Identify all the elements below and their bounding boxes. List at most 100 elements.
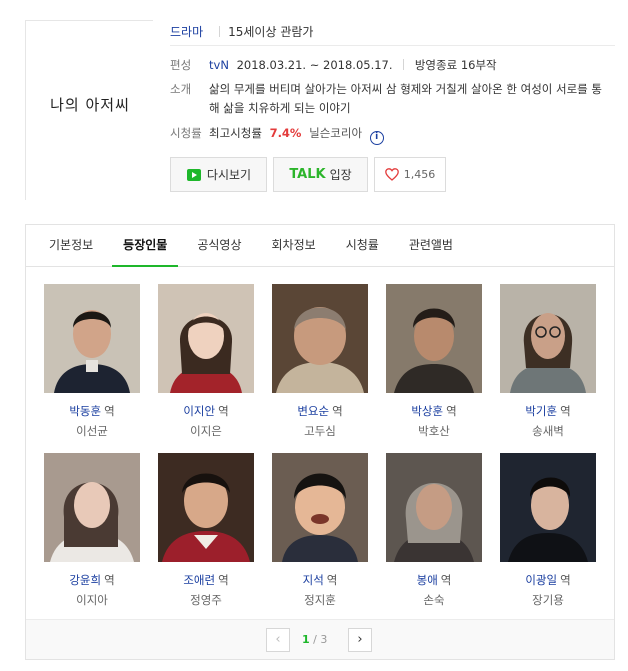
talk-button[interactable]: TALK 입장	[273, 157, 368, 192]
current-page: 1	[302, 633, 310, 646]
tab-official-videos[interactable]: 공식영상	[186, 225, 252, 266]
tab-characters[interactable]: 등장인물	[112, 225, 179, 267]
cast-photo[interactable]	[44, 284, 140, 393]
role-name[interactable]: 조애련	[183, 573, 215, 587]
tab-related-albums[interactable]: 관련앨범	[398, 225, 464, 266]
role-suffix: 역	[560, 573, 571, 587]
replay-label: 다시보기	[206, 168, 252, 182]
cast-photo[interactable]	[500, 284, 596, 393]
poster-title: 나의 아저씨	[50, 96, 130, 114]
role-suffix: 역	[218, 573, 229, 587]
play-icon	[186, 168, 201, 181]
cast-photo[interactable]	[44, 453, 140, 562]
genre-link[interactable]: 드라마	[170, 23, 203, 40]
cast-card[interactable]: 지석 역 정지훈	[272, 453, 368, 608]
role-suffix: 역	[332, 404, 343, 418]
cast-card[interactable]: 변요순 역 고두심	[272, 284, 368, 439]
actor-name[interactable]: 이선균	[44, 423, 140, 439]
talk-logo: TALK	[289, 167, 326, 182]
actor-name[interactable]: 이지은	[158, 423, 254, 439]
role-name[interactable]: 봉애	[417, 573, 438, 587]
cast-card[interactable]: 박기훈 역 송새벽	[500, 284, 596, 439]
talk-label: 입장	[329, 168, 352, 182]
tab-episodes[interactable]: 회차정보	[261, 225, 327, 266]
info-top-bar: 드라마 15세이상 관람가	[170, 18, 615, 46]
role-name[interactable]: 박상훈	[411, 404, 443, 418]
cast-card[interactable]: 이지안 역 이지은	[158, 284, 254, 439]
divider	[219, 26, 221, 37]
tab-bar: 기본정보 등장인물 공식영상 회차정보 시청률 관련앨범	[26, 225, 614, 267]
chevron-right-icon: ›	[357, 632, 363, 647]
role-name[interactable]: 박기훈	[525, 404, 557, 418]
page-separator: /	[313, 633, 317, 646]
chevron-left-icon: ‹	[275, 632, 281, 647]
age-rating: 15세이상 관람가	[228, 25, 314, 39]
tab-basic-info[interactable]: 기본정보	[38, 225, 104, 266]
heart-icon	[384, 168, 399, 181]
cast-card[interactable]: 이광일 역 장기용	[500, 453, 596, 608]
cast-photo[interactable]	[158, 453, 254, 562]
channel-link[interactable]: tvN	[209, 58, 229, 72]
cast-panel: 기본정보 등장인물 공식영상 회차정보 시청률 관련앨범 박동훈 역 이선균 이지…	[25, 224, 615, 660]
total-pages: 3	[320, 633, 328, 646]
tab-ratings[interactable]: 시청률	[335, 225, 390, 266]
role-suffix: 역	[446, 404, 457, 418]
actor-name[interactable]: 손숙	[386, 592, 482, 608]
prev-page-button[interactable]: ‹	[266, 628, 290, 652]
role-name[interactable]: 지석	[303, 573, 324, 587]
ratings-value: 7.4%	[269, 126, 302, 140]
broadcast-dates: 2018.03.21. ~ 2018.05.17.	[236, 58, 393, 72]
actor-name[interactable]: 송새벽	[500, 423, 596, 439]
role-suffix: 역	[326, 573, 338, 587]
pagination: ‹ 1 / 3 ›	[26, 619, 614, 659]
role-name[interactable]: 이지안	[183, 404, 215, 418]
ratings-label: 시청률	[170, 126, 202, 140]
cast-card[interactable]: 박상훈 역 박호산	[386, 284, 482, 439]
role-suffix: 역	[440, 573, 452, 587]
cast-card[interactable]: 조애련 역 정영주	[158, 453, 254, 608]
like-button[interactable]: 1,456	[374, 157, 446, 192]
intro-row: 소개 삶의 무게를 버티며 살아가는 아저씨 삼 형제와 거칠게 살아온 한 여…	[170, 80, 615, 118]
drama-info: 드라마 15세이상 관람가 편성 tvN 2018.03.21. ~ 2018.…	[170, 18, 615, 192]
poster-art: 나의 아저씨	[26, 21, 154, 201]
cast-photo[interactable]	[158, 284, 254, 393]
divider	[403, 59, 405, 70]
cast-photo[interactable]	[386, 453, 482, 562]
schedule-row: 편성 tvN 2018.03.21. ~ 2018.05.17. 방영종료 16…	[170, 56, 615, 74]
role-suffix: 역	[218, 404, 229, 418]
cast-card[interactable]: 봉애 역 손숙	[386, 453, 482, 608]
ratings-source: 닐슨코리아	[309, 126, 363, 140]
actor-name[interactable]: 고두심	[272, 423, 368, 439]
actor-name[interactable]: 정지훈	[272, 592, 368, 608]
role-name[interactable]: 이광일	[525, 573, 557, 587]
cast-card[interactable]: 박동훈 역 이선균	[44, 284, 140, 439]
action-buttons: 다시보기 TALK 입장 1,456	[170, 157, 615, 192]
cast-photo[interactable]	[500, 453, 596, 562]
info-icon[interactable]: i	[369, 131, 384, 145]
replay-button[interactable]: 다시보기	[170, 157, 267, 192]
intro-text: 삶의 무게를 버티며 살아가는 아저씨 삼 형제와 거칠게 살아온 한 여성이 …	[209, 82, 603, 115]
ratings-prefix: 최고시청률	[209, 126, 262, 140]
cast-photo[interactable]	[386, 284, 482, 393]
role-suffix: 역	[104, 573, 115, 587]
role-suffix: 역	[560, 404, 571, 418]
role-suffix: 역	[104, 404, 115, 418]
actor-name[interactable]: 장기용	[500, 592, 596, 608]
ratings-row: 시청률 최고시청률 7.4% 닐슨코리아 i	[170, 124, 615, 145]
next-page-button[interactable]: ›	[348, 628, 372, 652]
actor-name[interactable]: 박호산	[386, 423, 482, 439]
broadcast-status: 방영종료 16부작	[414, 58, 497, 72]
role-name[interactable]: 변요순	[297, 404, 329, 418]
page-indicator: 1 / 3	[302, 633, 327, 646]
role-name[interactable]: 박동훈	[69, 404, 101, 418]
cast-photo[interactable]	[272, 453, 368, 562]
intro-label: 소개	[170, 82, 192, 96]
cast-photo[interactable]	[272, 284, 368, 393]
actor-name[interactable]: 정영주	[158, 592, 254, 608]
schedule-label: 편성	[170, 58, 192, 72]
like-count: 1,456	[403, 168, 436, 181]
role-name[interactable]: 강윤희	[69, 573, 101, 587]
drama-poster[interactable]: 나의 아저씨	[25, 20, 154, 201]
cast-card[interactable]: 강윤희 역 이지아	[44, 453, 140, 608]
actor-name[interactable]: 이지아	[44, 592, 140, 608]
